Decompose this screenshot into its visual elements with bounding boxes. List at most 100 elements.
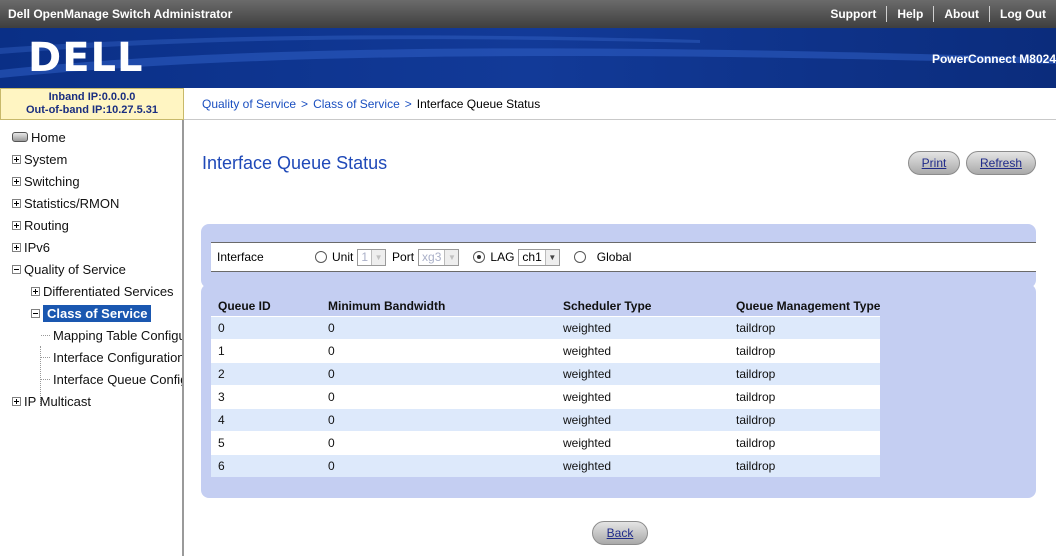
cell-queue-management-type: taildrop <box>729 338 881 362</box>
cell-queue-id: 2 <box>211 361 321 385</box>
cell-queue-id: 3 <box>211 384 321 408</box>
cell-queue-id: 6 <box>211 453 321 477</box>
cell-scheduler-type: weighted <box>556 384 729 408</box>
breadcrumb: Quality of Service > Class of Service > … <box>184 88 1056 120</box>
sidebar-item-differentiated-services[interactable]: Differentiated Services <box>0 280 182 302</box>
support-link[interactable]: Support <box>820 7 886 21</box>
chevron-down-icon: ▼ <box>444 249 459 265</box>
expand-icon[interactable] <box>12 242 21 252</box>
chevron-down-icon: ▼ <box>544 249 559 265</box>
sidebar-item-statistics-rmon[interactable]: Statistics/RMON <box>0 192 182 214</box>
lag-label: LAG <box>490 250 515 264</box>
title-bar: Dell OpenManage Switch Administrator Sup… <box>0 0 1056 28</box>
lag-select[interactable]: ch1 ▼ <box>518 248 560 266</box>
global-label: Global <box>596 250 632 264</box>
sidebar-item-interface-queue-configuration[interactable]: Interface Queue Configuration <box>0 368 182 390</box>
lag-radio[interactable] <box>473 251 486 263</box>
cell-minimum-bandwidth: 0 <box>321 430 556 454</box>
table-row: 2 0 weighted taildrop <box>211 361 881 385</box>
top-nav: Support Help About Log Out <box>820 0 1056 28</box>
cell-queue-management-type: taildrop <box>729 384 881 408</box>
sidebar-item-ipv6[interactable]: IPv6 <box>0 236 182 258</box>
expand-icon[interactable] <box>12 396 21 406</box>
interface-label: Interface <box>217 250 264 264</box>
tree-connector <box>41 334 50 336</box>
sidebar-item-ip-multicast[interactable]: IP Multicast <box>0 390 182 412</box>
cell-queue-id: 1 <box>211 338 321 362</box>
sidebar-item-mapping-table[interactable]: Mapping Table Configuration <box>0 324 182 346</box>
out-of-band-ip: Out-of-band IP:10.27.5.31 <box>25 104 159 116</box>
about-link[interactable]: About <box>934 7 989 21</box>
sidebar-item-label: Interface Queue Configuration <box>53 371 184 387</box>
collapse-icon[interactable] <box>31 308 40 318</box>
cell-queue-management-type: taildrop <box>729 453 881 477</box>
cell-minimum-bandwidth: 0 <box>321 361 556 385</box>
sidebar-item-quality-of-service[interactable]: Quality of Service <box>0 258 182 280</box>
sidebar-item-home[interactable]: Home <box>0 126 182 148</box>
header-banner: DELL PowerConnect M8024 <box>0 28 1056 88</box>
sidebar-item-label: Home <box>31 129 66 145</box>
column-header-scheduler-type: Scheduler Type <box>563 298 652 313</box>
cell-queue-id: 5 <box>211 430 321 454</box>
port-select-value: xg3 <box>422 250 442 264</box>
table-row: 4 0 weighted taildrop <box>211 407 881 431</box>
unit-select-value: 1 <box>361 250 369 264</box>
sidebar-item-label: Routing <box>24 217 69 233</box>
expand-icon[interactable] <box>12 220 21 230</box>
help-link[interactable]: Help <box>887 7 933 21</box>
print-button[interactable]: Print <box>908 151 960 175</box>
expand-icon[interactable] <box>12 154 21 164</box>
table-header-row: Queue ID Minimum Bandwidth Scheduler Typ… <box>211 296 880 316</box>
global-radio[interactable] <box>573 251 586 263</box>
sidebar-item-label: Mapping Table Configuration <box>53 327 182 343</box>
sidebar-item-switching[interactable]: Switching <box>0 170 182 192</box>
queue-status-table: Queue ID Minimum Bandwidth Scheduler Typ… <box>211 296 881 477</box>
breadcrumb-separator: > <box>404 96 412 111</box>
main-content: Interface Queue Status Print Refresh Int… <box>184 121 1056 556</box>
sidebar-item-label: System <box>24 151 68 167</box>
sidebar-item-class-of-service[interactable]: Class of Service <box>0 302 182 324</box>
tree-connector <box>41 378 50 380</box>
sidebar-item-label: IP Multicast <box>24 393 91 409</box>
banner-swoosh-graphic <box>0 35 1056 78</box>
unit-select[interactable]: 1 ▼ <box>357 248 387 266</box>
sidebar-item-interface-configuration[interactable]: Interface Configuration <box>0 346 182 368</box>
collapse-icon[interactable] <box>12 264 21 274</box>
dell-logo: DELL <box>28 36 144 80</box>
column-header-queue-management-type: Queue Management Type <box>736 298 881 313</box>
cell-queue-id: 0 <box>211 315 321 339</box>
breadcrumb-quality-of-service[interactable]: Quality of Service <box>202 97 296 111</box>
back-button[interactable]: Back <box>592 521 648 545</box>
expand-icon[interactable] <box>12 198 21 208</box>
cell-scheduler-type: weighted <box>556 453 729 477</box>
sidebar-item-label: Differentiated Services <box>43 283 174 299</box>
port-select[interactable]: xg3 ▼ <box>418 248 460 266</box>
cell-minimum-bandwidth: 0 <box>321 338 556 362</box>
sidebar-item-routing[interactable]: Routing <box>0 214 182 236</box>
tree-connector <box>41 356 50 358</box>
nav-tree: Home System Switching Statistics/RMON Ro… <box>0 120 182 412</box>
logout-link[interactable]: Log Out <box>990 7 1056 21</box>
sidebar-item-label: Class of Service <box>43 304 152 322</box>
sidebar-item-label: Switching <box>24 173 80 189</box>
expand-icon[interactable] <box>12 176 21 186</box>
refresh-button[interactable]: Refresh <box>966 151 1036 175</box>
table-row: 6 0 weighted taildrop <box>211 453 881 477</box>
unit-radio[interactable] <box>315 251 327 263</box>
table-row: 3 0 weighted taildrop <box>211 384 881 408</box>
ip-info-box: Inband IP:0.0.0.0 Out-of-band IP:10.27.5… <box>0 88 184 120</box>
cell-scheduler-type: weighted <box>556 407 729 431</box>
sidebar-item-system[interactable]: System <box>0 148 182 170</box>
expand-icon[interactable] <box>31 286 40 296</box>
app-title: Dell OpenManage Switch Administrator <box>8 7 233 21</box>
queue-table-panel: Queue ID Minimum Bandwidth Scheduler Typ… <box>201 284 1036 498</box>
cell-minimum-bandwidth: 0 <box>321 315 556 339</box>
table-row: 5 0 weighted taildrop <box>211 430 881 454</box>
page-title: Interface Queue Status <box>202 153 388 173</box>
inband-ip: Inband IP:0.0.0.0 <box>48 91 136 103</box>
interface-panel: Interface Unit 1 ▼ Port xg3 ▼ LAG ch1 ▼ Glo… <box>201 224 1036 288</box>
product-model: PowerConnect M8024 <box>931 52 1056 66</box>
chevron-down-icon: ▼ <box>371 249 386 265</box>
unit-label: Unit <box>332 250 354 264</box>
breadcrumb-class-of-service[interactable]: Class of Service <box>313 97 400 111</box>
